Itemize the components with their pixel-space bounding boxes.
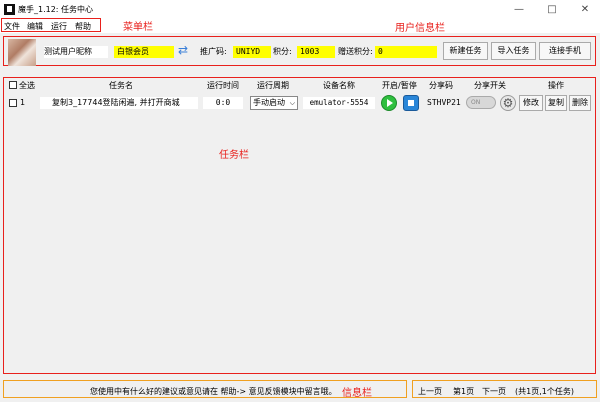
refresh-icon[interactable]: ⇄ <box>178 43 188 57</box>
task-share-code: STHVP21 <box>427 98 461 107</box>
delete-button[interactable]: 删除 <box>569 95 591 111</box>
member-level: 白银会员 <box>114 46 174 58</box>
info-message: 您使用中有什么好的建议或意见请在 帮助-> 意见反馈模块中留言哦。 <box>90 387 337 396</box>
window-title: 魔手_1.12: 任务中心 <box>18 5 94 14</box>
menu-edit[interactable]: 编辑 <box>27 21 43 32</box>
points-label: 积分: <box>273 47 292 56</box>
prev-page-link[interactable]: 上一页 <box>418 386 442 397</box>
col-start-pause: 开启/暂停 <box>382 81 417 90</box>
start-icon[interactable] <box>381 95 397 111</box>
task-run-time: 0:0 <box>203 97 243 109</box>
points-value: 1003 <box>297 46 335 58</box>
task-device: emulator-5554 <box>303 97 375 109</box>
gift-points-label: 赠送积分: <box>338 47 373 56</box>
cycle-select-value: 手动启动 <box>253 98 285 107</box>
chevron-down-icon: ⌵ <box>289 99 295 107</box>
current-page: 第1页 <box>453 387 475 396</box>
task-list-panel <box>3 77 596 374</box>
import-task-button[interactable]: 导入任务 <box>491 42 536 60</box>
col-share-switch: 分享开关 <box>474 81 506 90</box>
menu-help[interactable]: 帮助 <box>75 21 91 32</box>
pause-icon[interactable] <box>403 95 419 111</box>
col-task-name: 任务名 <box>109 81 133 90</box>
page-summary: (共1页,1个任务) <box>515 387 574 396</box>
cycle-select[interactable]: 手动启动 ⌵ <box>250 96 298 110</box>
task-annotation: 任务栏 <box>219 150 249 161</box>
edit-button[interactable]: 修改 <box>519 95 543 111</box>
new-task-button[interactable]: 新建任务 <box>443 42 488 60</box>
app-icon <box>4 4 15 15</box>
task-index: 1 <box>20 98 26 107</box>
gift-points-value: 0 <box>375 46 437 58</box>
task-name[interactable]: 复制3_17744登陆闲遍, 并打开商城 <box>40 97 198 109</box>
promo-code: UNIYD <box>233 46 271 58</box>
next-page-link[interactable]: 下一页 <box>482 386 506 397</box>
select-all-checkbox[interactable] <box>9 81 17 89</box>
col-select-all: 全选 <box>19 81 35 90</box>
menu-run[interactable]: 运行 <box>51 21 67 32</box>
menu-annotation: 菜单栏 <box>123 22 153 33</box>
col-device: 设备名称 <box>323 81 355 90</box>
col-share-code: 分享码 <box>429 81 453 90</box>
nickname: 测试用户昵称 <box>44 46 108 58</box>
connect-phone-button[interactable]: 连接手机 <box>539 42 591 60</box>
close-button[interactable]: ✕ <box>570 2 600 17</box>
share-toggle[interactable]: ON <box>466 96 496 109</box>
maximize-button[interactable]: □ <box>537 2 567 17</box>
col-run-time: 运行时间 <box>207 81 239 90</box>
info-annotation: 信息栏 <box>342 388 372 399</box>
col-cycle: 运行周期 <box>257 81 289 90</box>
task-row-checkbox[interactable] <box>9 99 17 107</box>
copy-button[interactable]: 复制 <box>545 95 567 111</box>
avatar[interactable] <box>8 39 36 66</box>
user-annotation: 用户信息栏 <box>395 23 445 34</box>
gear-icon[interactable]: ⚙ <box>500 95 516 111</box>
promo-label: 推广码: <box>200 47 227 56</box>
col-operations: 操作 <box>548 81 564 90</box>
menu-file[interactable]: 文件 <box>4 21 20 32</box>
minimize-button[interactable]: — <box>504 2 534 17</box>
